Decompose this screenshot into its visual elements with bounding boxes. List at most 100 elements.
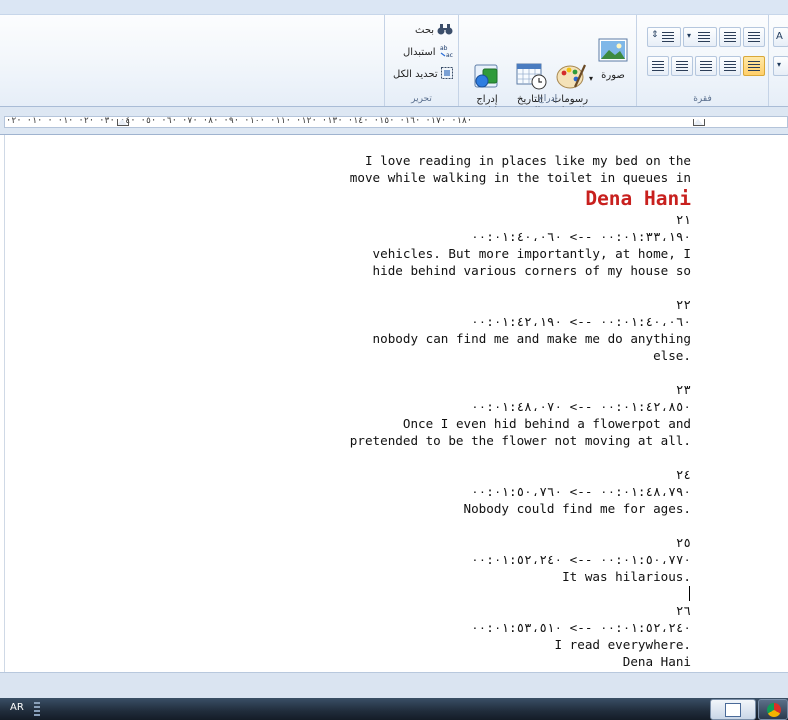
binoculars-icon [437, 23, 453, 38]
document-line: .else [653, 348, 691, 363]
font-size-icon: A [776, 31, 783, 42]
document-line: Once I even hid behind a flowerpot and [402, 416, 691, 431]
find-label: بحث [415, 24, 435, 36]
paragraph-direction-button[interactable] [647, 56, 669, 76]
date-time-button[interactable]: التاريخ والوقت [509, 37, 551, 117]
ribbon: بحث استبدال ab ac تحديد الكل تحرير إدراج … [0, 0, 788, 117]
ruler[interactable]: ·١٨· ·١٧· ·١٦· ·١٥· ·١٤· ·١٣· ·١٢· ·١١· … [0, 107, 788, 135]
document-line: .It was hilarious [562, 569, 691, 584]
document-line: ٢٣ [675, 382, 691, 397]
align-right-icon [748, 61, 760, 71]
line-spacing-button[interactable]: ⇕ [647, 27, 681, 47]
document-line [251, 279, 691, 296]
insert-object-icon [472, 49, 502, 88]
editing-group: بحث استبدال ab ac تحديد الكل تحرير [384, 15, 458, 106]
paragraph-direction-icon [652, 61, 664, 71]
picture-dropdown-icon[interactable]: ▾ [589, 73, 593, 85]
language-indicator[interactable]: AR [10, 702, 24, 713]
document-area[interactable]: I love reading in places like my bed on … [0, 135, 788, 672]
paint-drawing-button[interactable]: رسومات الرسام [549, 37, 591, 117]
document-line: ٠٠:٠١:٥٠،٧٧٠ --> ٠٠:٠١:٥٢،٢٤٠ [471, 552, 691, 567]
align-left-button[interactable] [719, 56, 741, 76]
document-line [251, 517, 691, 534]
align-right-button[interactable] [743, 56, 765, 76]
document-line: ٠٠:٠١:٣٣،١٩٠ --> ٠٠:٠١:٤٠،٠٦٠ [471, 229, 691, 244]
document-line: ٢٢ [675, 297, 691, 312]
align-center-button[interactable] [695, 56, 717, 76]
wordpad-icon [725, 703, 741, 717]
text-caret [689, 586, 690, 601]
document-line: .pretended to be the flower not moving a… [349, 433, 691, 448]
insert-object-button[interactable]: إدراج كائن [466, 37, 508, 117]
speaker-heading: Dena Hani [585, 187, 691, 210]
justify-button[interactable] [671, 56, 693, 76]
increase-indent-icon [748, 32, 760, 42]
document-line [251, 585, 691, 602]
document-line: I love reading in places like my bed on … [364, 153, 691, 168]
font-group: A ▾ [768, 15, 788, 106]
picture-button[interactable]: صورة ▾ [589, 37, 633, 101]
replace-label: استبدال [403, 46, 436, 58]
increase-indent-button[interactable] [743, 27, 765, 47]
ruler-scale: ·١٨· ·١٧· ·١٦· ·١٥· ·١٤· ·١٣· ·١٢· ·١١· … [6, 116, 473, 126]
font-dropdown-button[interactable]: ▾ [773, 56, 788, 76]
select-all-icon [440, 66, 453, 82]
page-edge [4, 135, 5, 672]
insert-group: إدراج كائن التاريخ والوقت رسومات الرسام … [458, 15, 636, 117]
status-bar [0, 672, 788, 698]
taskbar: AR [0, 698, 788, 720]
picture-label: صورة [601, 70, 625, 81]
svg-text:ab: ab [440, 45, 448, 52]
insert-group-label: إدراج [537, 94, 558, 104]
paragraph-group: ⇕ ▾ فقرة [636, 15, 768, 106]
font-size-button[interactable]: A [773, 27, 788, 47]
right-indent-marker[interactable] [693, 119, 705, 126]
chrome-icon [767, 703, 781, 717]
bullets-dropdown-icon: ▾ [687, 31, 692, 40]
chevron-down-icon: ▾ [777, 60, 782, 69]
replace-icon: ab ac [439, 44, 457, 61]
justify-icon [676, 61, 688, 71]
taskbar-grip-icon [34, 702, 40, 716]
select-all-button[interactable]: تحديد الكل [393, 64, 453, 84]
calendar-clock-icon [515, 49, 547, 90]
document-line: .Nobody could find me for ages [463, 501, 691, 516]
document-line: nobody can find me and make me do anythi… [372, 331, 691, 346]
document-line: ٠٠:٠١:٤٠،٠٦٠ --> ٠٠:٠١:٤٢،١٩٠ [471, 314, 691, 329]
document-line: hide behind various corners of my house … [372, 263, 691, 278]
document-line: vehicles. But more importantly, at home,… [372, 246, 691, 261]
ribbon-tab-strip [0, 0, 788, 15]
document-line: move while walking in the toilet in queu… [349, 170, 691, 185]
decrease-indent-button[interactable] [719, 27, 741, 47]
document-text[interactable]: I love reading in places like my bed on … [251, 152, 691, 670]
select-all-label: تحديد الكل [393, 68, 438, 80]
document-line [251, 449, 691, 466]
document-line: ٢٦ [675, 603, 691, 618]
line-spacing-icon [662, 32, 674, 42]
bullets-icon [698, 32, 710, 42]
paragraph-group-label: فقرة [693, 94, 712, 104]
align-left-icon [724, 61, 736, 71]
editing-group-label: تحرير [411, 94, 432, 104]
replace-button[interactable]: استبدال ab ac [403, 42, 457, 62]
picture-icon [598, 37, 628, 67]
decrease-indent-icon [724, 32, 736, 42]
align-center-icon [700, 61, 712, 71]
document-line: .I read everywhere [554, 637, 692, 652]
taskbar-wordpad-button[interactable] [710, 699, 756, 720]
left-indent-marker[interactable] [117, 119, 129, 126]
document-line [251, 364, 691, 381]
bullets-button[interactable]: ▾ [683, 27, 717, 47]
taskbar-chrome-button[interactable] [758, 699, 788, 720]
document-line: ٢١ [675, 212, 691, 227]
document-line: ٠٠:٠١:٤٨،٧٩٠ --> ٠٠:٠١:٥٠،٧٦٠ [471, 484, 691, 499]
document-line: ٠٠:٠١:٥٢،٢٤٠ --> ٠٠:٠١:٥٣،٥١٠ [471, 620, 691, 635]
document-line: ٠٠:٠١:٤٢،٨٥٠ --> ٠٠:٠١:٤٨،٠٧٠ [471, 399, 691, 414]
document-line: ٢٤ [675, 467, 691, 482]
document-line: Dena Hani [622, 654, 691, 669]
paint-palette-icon [555, 49, 587, 89]
document-line: ٢٥ [675, 535, 691, 550]
line-spacing-dropdown-icon: ⇕ [651, 30, 659, 40]
find-button[interactable]: بحث [415, 20, 453, 40]
svg-text:ac: ac [446, 52, 453, 58]
